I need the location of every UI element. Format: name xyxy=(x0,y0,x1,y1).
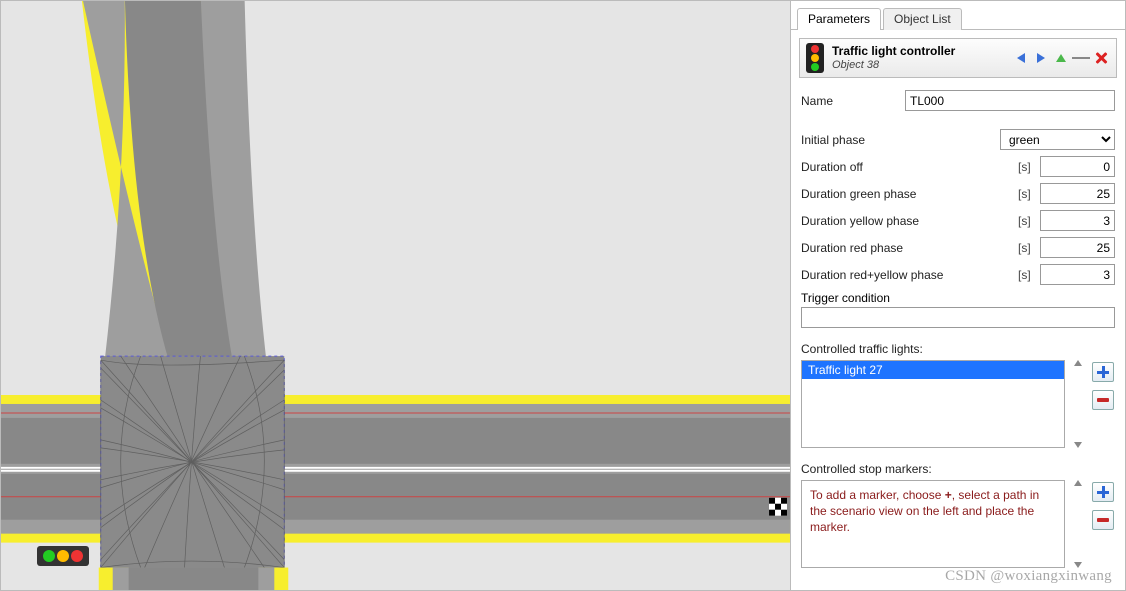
duration-red-unit: [s] xyxy=(1018,241,1040,255)
delete-button[interactable] xyxy=(1092,50,1110,66)
scroll-down-icon[interactable] xyxy=(1074,442,1082,448)
traffic-light-widget[interactable] xyxy=(37,546,89,566)
duration-red-input[interactable] xyxy=(1040,237,1115,258)
duration-yellow-label: Duration yellow phase xyxy=(801,214,1018,228)
yellow-light-icon xyxy=(57,550,69,562)
duration-redyellow-label: Duration red+yellow phase xyxy=(801,268,1018,282)
markers-hint: To add a marker, choose +, select a path… xyxy=(802,481,1064,542)
name-label: Name xyxy=(801,94,905,108)
add-marker-button[interactable] xyxy=(1092,482,1114,502)
road-map-svg xyxy=(1,1,790,590)
tab-bar: Parameters Object List xyxy=(791,1,1125,30)
controlled-markers-label: Controlled stop markers: xyxy=(801,462,1115,476)
initial-phase-label: Initial phase xyxy=(801,133,1000,147)
duration-off-label: Duration off xyxy=(801,160,1018,174)
scenario-view[interactable] xyxy=(1,1,790,590)
object-title: Traffic light controller xyxy=(832,44,1004,58)
remove-marker-button[interactable] xyxy=(1092,510,1114,530)
parameters-form: Name Initial phase green Duration off [s… xyxy=(791,84,1125,568)
tab-object-list[interactable]: Object List xyxy=(883,8,962,30)
red-light-icon xyxy=(71,550,83,562)
trigger-label: Trigger condition xyxy=(801,291,1115,305)
trigger-input[interactable] xyxy=(801,307,1115,328)
scroll-up-icon[interactable] xyxy=(1074,360,1082,366)
list-button[interactable] xyxy=(1072,50,1090,66)
duration-off-input[interactable] xyxy=(1040,156,1115,177)
duration-green-unit: [s] xyxy=(1018,187,1040,201)
scroll-down-icon[interactable] xyxy=(1074,562,1082,568)
controlled-lights-list[interactable]: Traffic light 27 xyxy=(801,360,1065,448)
plus-inline-icon: + xyxy=(945,488,952,502)
duration-off-unit: [s] xyxy=(1018,160,1040,174)
controlled-markers-list[interactable]: To add a marker, choose +, select a path… xyxy=(801,480,1065,568)
duration-redyellow-input[interactable] xyxy=(1040,264,1115,285)
duration-green-input[interactable] xyxy=(1040,183,1115,204)
duration-green-label: Duration green phase xyxy=(801,187,1018,201)
duration-yellow-unit: [s] xyxy=(1018,214,1040,228)
duration-yellow-input[interactable] xyxy=(1040,210,1115,231)
object-subtitle: Object 38 xyxy=(832,59,1004,72)
prev-object-button[interactable] xyxy=(1012,50,1030,66)
controlled-lights-label: Controlled traffic lights: xyxy=(801,342,1115,356)
add-light-button[interactable] xyxy=(1092,362,1114,382)
initial-phase-select[interactable]: green xyxy=(1000,129,1115,150)
right-panel: Parameters Object List Traffic light con… xyxy=(790,1,1125,590)
traffic-light-icon xyxy=(806,43,824,73)
green-light-icon xyxy=(43,550,55,562)
next-object-button[interactable] xyxy=(1032,50,1050,66)
duration-redyellow-unit: [s] xyxy=(1018,268,1040,282)
object-header: Traffic light controller Object 38 xyxy=(799,38,1117,78)
list-item[interactable]: Traffic light 27 xyxy=(802,361,1064,379)
duration-red-label: Duration red phase xyxy=(801,241,1018,255)
remove-light-button[interactable] xyxy=(1092,390,1114,410)
name-input[interactable] xyxy=(905,90,1115,111)
up-button[interactable] xyxy=(1052,50,1070,66)
scroll-up-icon[interactable] xyxy=(1074,480,1082,486)
tab-parameters[interactable]: Parameters xyxy=(797,8,881,30)
